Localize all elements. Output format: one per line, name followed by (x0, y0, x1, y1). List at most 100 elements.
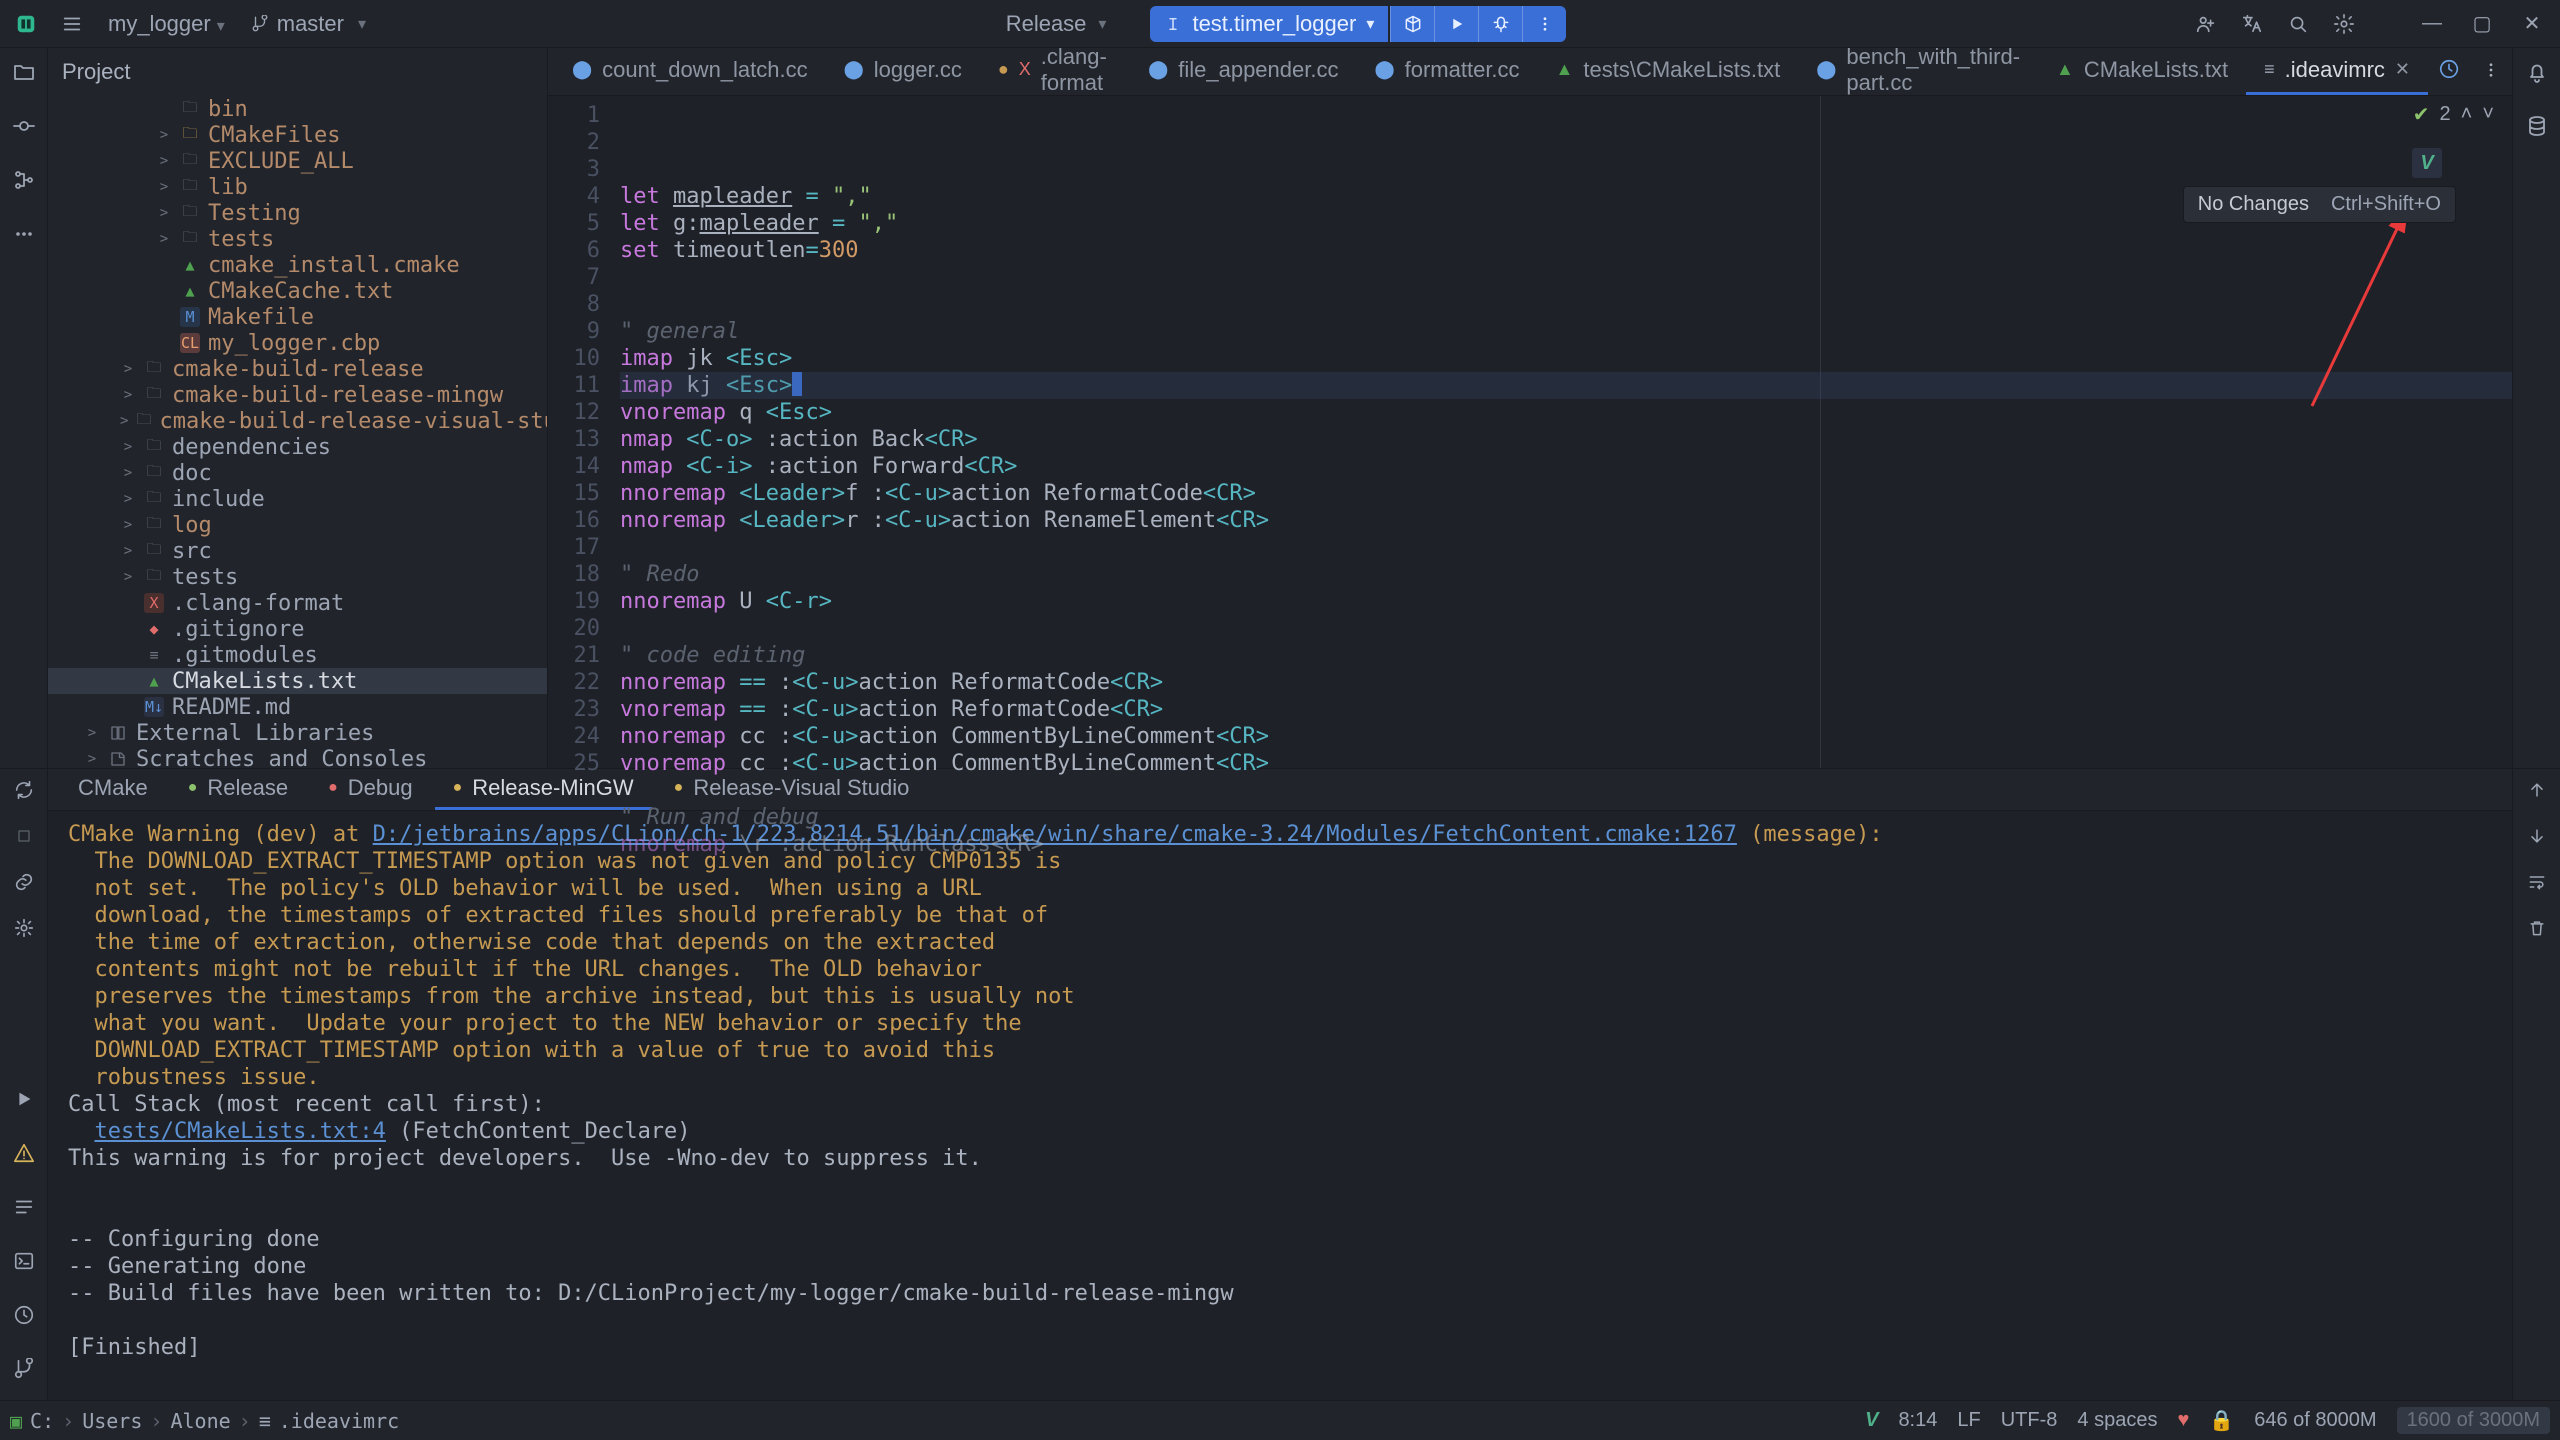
debug-button[interactable] (1478, 6, 1522, 42)
tree-row[interactable]: >🗀tests (48, 226, 547, 252)
code-line[interactable]: nnoremap cc :<C-u>action CommentByLineCo… (620, 723, 2512, 750)
search-everywhere-icon[interactable] (2280, 6, 2316, 42)
tree-row[interactable]: >🗀tests (48, 564, 547, 590)
tree-row[interactable]: >External Libraries (48, 720, 547, 746)
code-line[interactable]: vnoremap q <Esc> (620, 399, 2512, 426)
ai-assistant-icon[interactable] (2428, 58, 2470, 86)
link-icon[interactable] (11, 869, 37, 895)
tree-row[interactable]: >🗀cmake-build-release (48, 356, 547, 382)
tree-row[interactable]: >🗀log (48, 512, 547, 538)
indent-setting[interactable]: 4 spaces (2077, 1409, 2157, 1432)
code-line[interactable]: " code editing (620, 642, 2512, 669)
code-line[interactable]: imap jk <Esc> (620, 345, 2512, 372)
code-line[interactable]: " general (620, 318, 2512, 345)
vcs-branch-selector[interactable]: master (243, 7, 374, 41)
git-toolwindow-icon[interactable] (13, 1358, 35, 1386)
editor-body[interactable]: 1234567891011121314151617181920212223242… (548, 96, 2512, 768)
caret-position[interactable]: 8:14 (1898, 1409, 1937, 1432)
tree-row[interactable]: >🗀doc (48, 460, 547, 486)
code-line[interactable] (620, 264, 2512, 291)
commit-tool-icon[interactable] (10, 112, 38, 140)
code-line[interactable]: " Run and debug (620, 804, 2512, 831)
build-config-selector[interactable]: Release (996, 7, 1117, 41)
window-maximize-button[interactable]: ▢ (2462, 11, 2502, 36)
code-with-me-icon[interactable] (2188, 6, 2224, 42)
next-highlight-icon[interactable]: ˅ (2482, 103, 2494, 126)
more-tools-icon[interactable] (10, 220, 38, 248)
run-button[interactable] (1434, 6, 1478, 42)
stop-cmake-icon[interactable] (11, 823, 37, 849)
code-line[interactable]: vnoremap cc :<C-u>action CommentByLineCo… (620, 750, 2512, 777)
tree-row[interactable]: >🗀cmake-build-release-visual-studio (48, 408, 547, 434)
code-line[interactable] (620, 615, 2512, 642)
ideavim-status-icon[interactable]: V (1865, 1409, 1878, 1432)
prev-highlight-icon[interactable]: ˄ (2461, 103, 2473, 126)
main-menu-icon[interactable] (54, 6, 90, 42)
tool-window-tab[interactable]: ●Debug (310, 768, 431, 810)
editor-tab[interactable]: ▲tests\CMakeLists.txt (1538, 48, 1799, 95)
tree-row[interactable]: CLmy_logger.cbp (48, 330, 547, 356)
code-line[interactable]: imap kj <Esc> (620, 372, 2512, 399)
inspection-widget[interactable]: ✔ 2 ˄ ˅ (2413, 102, 2494, 127)
power-save-icon[interactable]: ♥ (2177, 1409, 2189, 1432)
code-line[interactable]: nmap <C-o> :action Back<CR> (620, 426, 2512, 453)
clear-console-icon[interactable] (2524, 915, 2550, 941)
notifications-icon[interactable] (2523, 58, 2551, 86)
tool-window-tab[interactable]: CMake (60, 768, 166, 810)
code-line[interactable]: nnoremap <Leader>f :<C-u>action Reformat… (620, 480, 2512, 507)
settings-icon[interactable] (2326, 6, 2362, 42)
breadcrumb[interactable]: ▣ C:› Users› Alone› ≡ .ideavimrc (10, 1409, 1851, 1433)
project-selector[interactable]: my_logger (100, 7, 233, 41)
code-line[interactable]: nnoremap U <C-r> (620, 588, 2512, 615)
close-tab-icon[interactable]: ✕ (2395, 59, 2410, 80)
tree-row[interactable]: ▲cmake_install.cmake (48, 252, 547, 278)
code-line[interactable]: nnoremap <Leader>r :<C-u>action RenameEl… (620, 507, 2512, 534)
tree-row[interactable]: MMakefile (48, 304, 547, 330)
editor-tab[interactable]: ▲CMakeLists.txt (2038, 48, 2246, 95)
tree-row[interactable]: >🗀cmake-build-release-mingw (48, 382, 547, 408)
project-panel-title[interactable]: Project (48, 48, 547, 96)
code-line[interactable]: " Redo (620, 561, 2512, 588)
build-button[interactable] (1390, 6, 1434, 42)
code-line[interactable]: nnoremap == :<C-u>action ReformatCode<CR… (620, 669, 2512, 696)
messages-toolwindow-icon[interactable] (13, 1196, 35, 1224)
tree-row[interactable]: >🗀include (48, 486, 547, 512)
readonly-lock-icon[interactable]: 🔒 (2209, 1408, 2234, 1433)
editor-tab[interactable]: ⬤count_down_latch.cc (554, 48, 826, 95)
scroll-down-icon[interactable] (2524, 823, 2550, 849)
editor-tab[interactable]: ⬤formatter.cc (1356, 48, 1537, 95)
code-line[interactable]: nmap <C-i> :action Forward<CR> (620, 453, 2512, 480)
editor-tab[interactable]: ⬤logger.cc (826, 48, 980, 95)
code-line[interactable]: vnoremap == :<C-u>action ReformatCode<CR… (620, 696, 2512, 723)
tool-window-tab[interactable]: ●Release (170, 768, 306, 810)
project-tool-icon[interactable] (10, 58, 38, 86)
editor-tab[interactable]: ⬤file_appender.cc (1130, 48, 1356, 95)
tree-row[interactable]: >🗀Testing (48, 200, 547, 226)
reload-cmake-icon[interactable] (11, 777, 37, 803)
project-tree[interactable]: 🗀bin>🗀CMakeFiles>🗀EXCLUDE_ALL>🗀lib>🗀Test… (48, 96, 547, 768)
run-more-button[interactable] (1522, 6, 1566, 42)
translate-icon[interactable] (2234, 6, 2270, 42)
tree-row[interactable]: ▲CMakeLists.txt (48, 668, 547, 694)
line-separator[interactable]: LF (1957, 1409, 1980, 1432)
editor-tab[interactable]: ≡.ideavimrc✕ (2246, 48, 2428, 95)
ideavim-badge-icon[interactable]: V (2412, 148, 2442, 178)
tree-row[interactable]: >🗀CMakeFiles (48, 122, 547, 148)
memory-counter[interactable]: 646 of 8000M (2254, 1409, 2376, 1432)
tool-window-console[interactable]: CMake Warning (dev) at D:/jetbrains/apps… (48, 811, 2512, 1400)
tree-row[interactable]: M↓README.md (48, 694, 547, 720)
file-encoding[interactable]: UTF-8 (2001, 1409, 2058, 1432)
editor-tab[interactable]: ●X.clang-format (980, 48, 1130, 95)
scroll-up-icon[interactable] (2524, 777, 2550, 803)
tree-row[interactable]: X.clang-format (48, 590, 547, 616)
code-line[interactable]: set timeoutlen=300 (620, 237, 2512, 264)
memory-pill[interactable]: 1600 of 3000M (2397, 1407, 2550, 1434)
code-line[interactable] (620, 291, 2512, 318)
tree-row[interactable]: >Scratches and Consoles (48, 746, 547, 768)
tree-row[interactable]: ◆.gitignore (48, 616, 547, 642)
tree-row[interactable]: >🗀dependencies (48, 434, 547, 460)
tree-row[interactable]: >🗀EXCLUDE_ALL (48, 148, 547, 174)
cmake-settings-icon[interactable] (11, 915, 37, 941)
window-minimize-button[interactable]: ― (2412, 12, 2452, 35)
app-logo-icon[interactable] (8, 6, 44, 42)
